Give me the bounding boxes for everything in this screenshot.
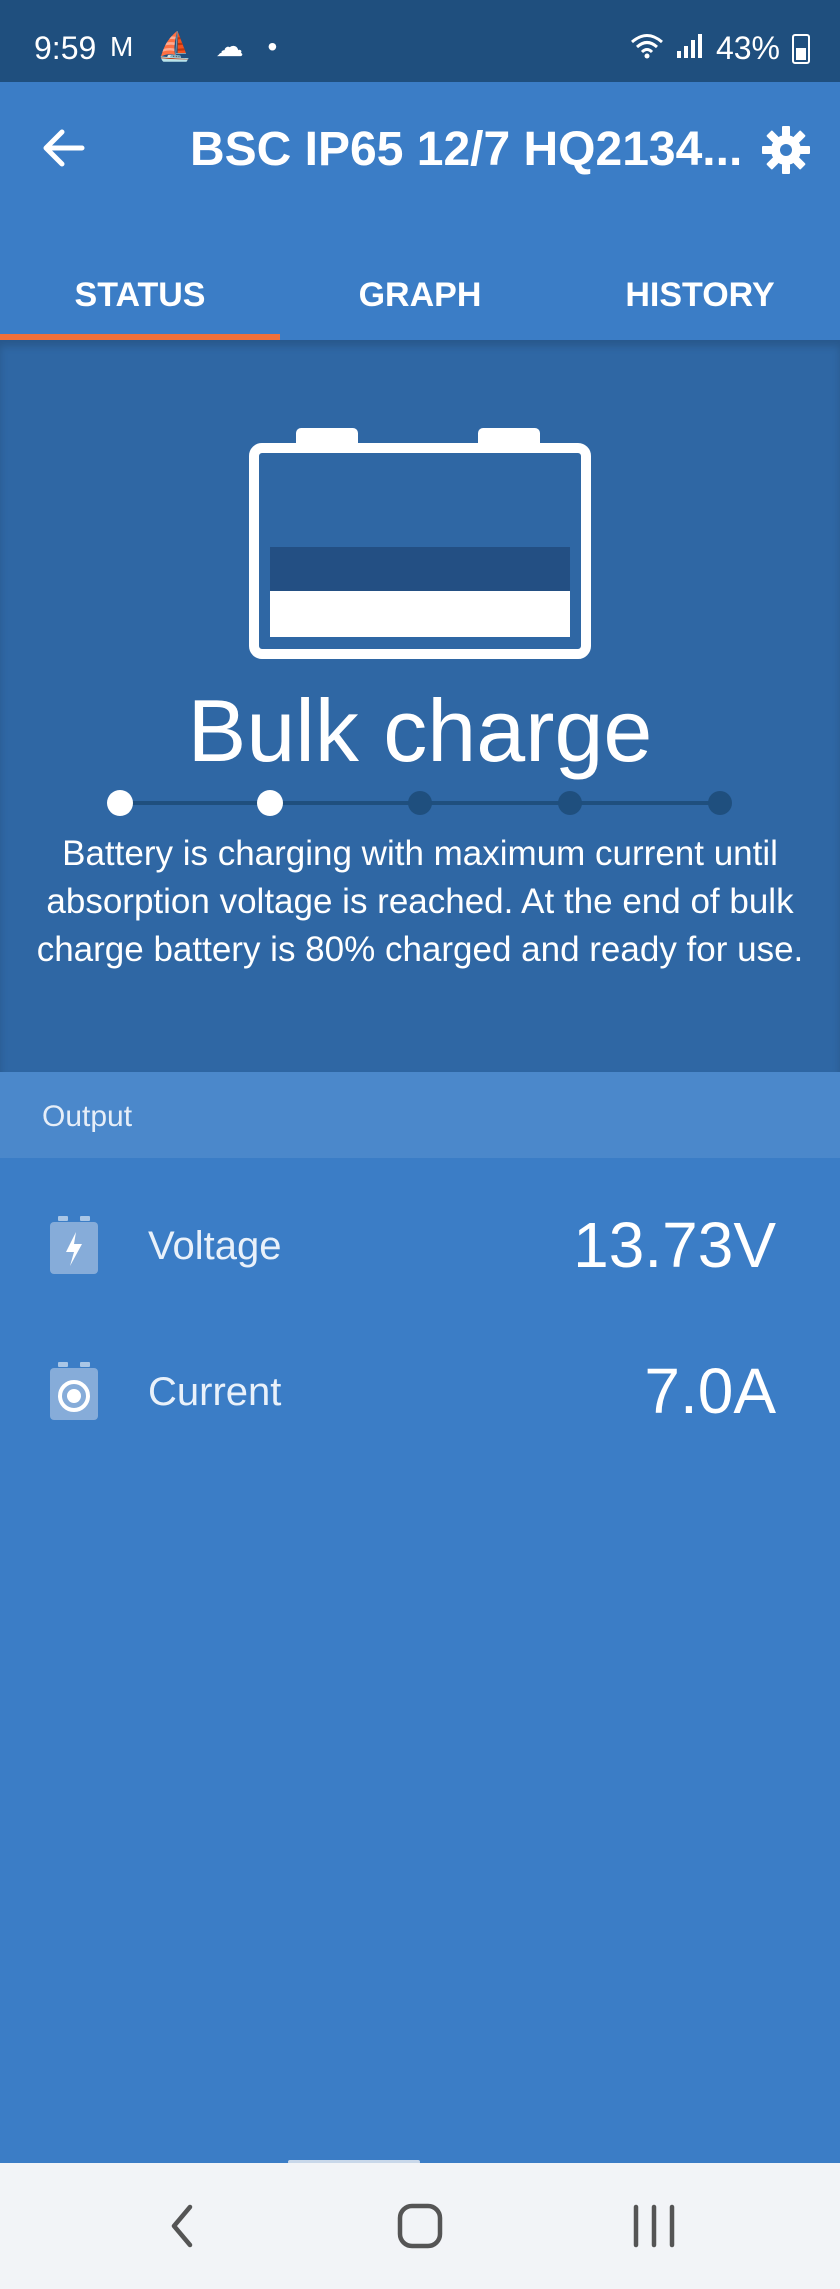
current-row: Current 7.0A: [0, 1320, 840, 1466]
nav-home-button[interactable]: [390, 2201, 450, 2251]
settings-button[interactable]: [760, 124, 812, 176]
tab-status[interactable]: STATUS: [0, 242, 280, 340]
tab-history[interactable]: HISTORY: [560, 242, 840, 340]
app-bar: BSC IP65 12/7 HQ2134... STATUS GRAPH HIS…: [0, 82, 840, 340]
charge-phase-title: Bulk charge: [187, 681, 653, 780]
tab-bar: STATUS GRAPH HISTORY: [0, 242, 840, 340]
nav-recents-button[interactable]: [624, 2201, 684, 2251]
signal-icon: [676, 30, 704, 67]
charge-status-panel: Bulk charge Battery is charging with max…: [0, 340, 840, 1072]
stepper-dot: [257, 790, 283, 816]
back-button[interactable]: [38, 122, 90, 174]
stepper-dot: [408, 791, 432, 815]
notification-icons: M ⛵ ☁ •: [110, 30, 285, 63]
system-nav-bar: [0, 2163, 840, 2289]
voltage-row: Voltage 13.73V: [0, 1174, 840, 1320]
charge-phase-description: Battery is charging with maximum current…: [36, 834, 804, 969]
back-chevron-icon: [171, 2204, 193, 2248]
nav-back-button[interactable]: [152, 2201, 212, 2251]
recents-icon: [633, 2204, 675, 2248]
battery-icon: [792, 33, 810, 64]
cloud-icon: ☁: [215, 31, 252, 62]
gear-icon: [762, 126, 810, 174]
voltage-label: Voltage: [148, 1224, 282, 1268]
battery-illustration-icon: [249, 428, 591, 659]
battery-current-icon: [50, 1362, 98, 1420]
charge-phase-stepper: [107, 790, 732, 816]
output-section-label: Output: [42, 1100, 133, 1133]
dot-icon: •: [267, 31, 286, 62]
battery-percent: 43%: [715, 30, 780, 66]
stepper-dot: [708, 791, 732, 815]
status-bar: 9:59 M ⛵ ☁ • 43%: [0, 0, 840, 82]
arrow-left-icon: [43, 129, 85, 167]
status-right: 43%: [630, 30, 810, 67]
tab-graph[interactable]: GRAPH: [280, 242, 560, 340]
output-section-header: Output: [0, 1072, 840, 1158]
gmail-icon: M: [110, 31, 142, 62]
wifi-icon: [630, 30, 664, 67]
status-time: 9:59: [34, 30, 97, 66]
battery-bolt-icon: [50, 1216, 98, 1274]
voltage-value: 13.73V: [573, 1209, 776, 1281]
page-title: BSC IP65 12/7 HQ2134...: [190, 123, 743, 176]
boat-icon: ⛵: [157, 31, 200, 62]
current-label: Current: [148, 1370, 282, 1414]
stepper-dot: [558, 791, 582, 815]
stepper-dot: [107, 790, 133, 816]
home-icon: [397, 2203, 443, 2249]
current-value: 7.0A: [644, 1355, 776, 1427]
